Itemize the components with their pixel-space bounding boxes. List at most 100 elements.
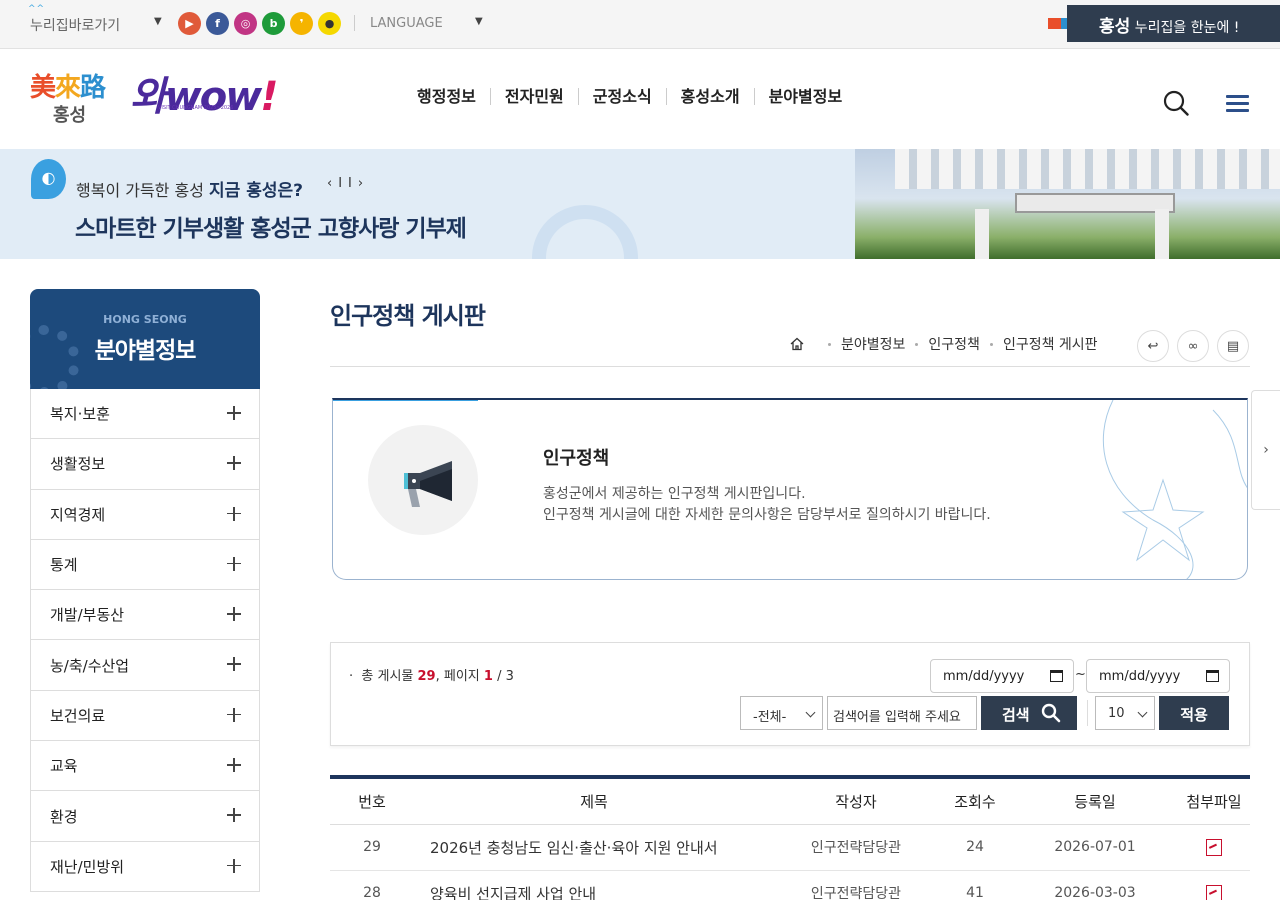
- attachment-cell: [1178, 824, 1250, 871]
- print-icon[interactable]: ▤: [1217, 330, 1249, 362]
- talk-icon[interactable]: ●: [318, 12, 341, 35]
- post-title-link[interactable]: 2026년 충청남도 임신·출산·육아 지원 안내서: [414, 824, 774, 871]
- board-search: · 총 게시물 29, 페이지 1 / 3 mm/dd/yyyy ~ mm/dd…: [330, 642, 1250, 746]
- lnb-header: HONG SEONG 분야별정보: [30, 289, 260, 389]
- plus-icon[interactable]: [227, 607, 241, 622]
- gnb-item-admin[interactable]: 행정정보: [403, 88, 490, 105]
- triangle-down-icon[interactable]: ▼: [475, 16, 483, 27]
- search-input[interactable]: 검색어를 입력해 주세요: [827, 696, 977, 730]
- divider: [354, 15, 355, 31]
- date-separator: ~: [1075, 667, 1086, 682]
- plus-icon[interactable]: [227, 707, 241, 722]
- intro-text: 홍성군에서 제공하는 인구정책 게시판입니다.: [543, 486, 806, 502]
- share-icon[interactable]: ↩: [1137, 330, 1169, 362]
- table-header-row: 번호 제목 작성자 조회수 등록일 첨부파일: [330, 777, 1250, 825]
- banner-controls: ‹II›: [327, 176, 369, 191]
- post-number: 28: [330, 870, 414, 900]
- breadcrumb-item[interactable]: 인구정책: [928, 334, 980, 354]
- lnb-item[interactable]: 환경: [30, 791, 260, 842]
- gnb-item-civil[interactable]: 전자민원: [489, 88, 578, 105]
- chevron-right-icon[interactable]: ›: [358, 176, 369, 191]
- gnb-item-field[interactable]: 분야별정보: [753, 88, 857, 105]
- calendar-icon[interactable]: [1206, 670, 1219, 682]
- column-header: 첨부파일: [1178, 777, 1250, 825]
- plus-icon[interactable]: [227, 758, 241, 773]
- visit-chungnam-logo: 와wow!: [130, 74, 278, 120]
- post-date: 2026-03-03: [1012, 870, 1178, 900]
- lnb-item[interactable]: 재난/민방위: [30, 841, 260, 892]
- plus-icon[interactable]: [227, 858, 241, 873]
- page-size-select[interactable]: 10: [1095, 696, 1155, 730]
- link-icon[interactable]: ∞: [1177, 330, 1209, 362]
- facebook-icon[interactable]: f: [206, 12, 229, 35]
- site-shortcut-select[interactable]: 누리집바로가기: [30, 15, 120, 35]
- lnb-item[interactable]: 복지·보훈: [30, 389, 260, 440]
- pause-icon[interactable]: II: [338, 176, 358, 191]
- lnb-item[interactable]: 지역경제: [30, 489, 260, 540]
- lnb-menu: 복지·보훈 생활정보 지역경제 통계 개발/부동산 농/축/수산업 보건의료 교…: [30, 389, 260, 892]
- lnb-item[interactable]: 생활정보: [30, 439, 260, 490]
- end-date-input[interactable]: mm/dd/yyyy: [1086, 659, 1230, 693]
- search-button[interactable]: 검색: [981, 696, 1077, 730]
- intro-icon-circle: [368, 425, 478, 535]
- search-scope-select[interactable]: -전체-: [740, 696, 823, 730]
- chevron-down-icon: [1137, 707, 1148, 718]
- story-icon[interactable]: ❜: [290, 12, 313, 35]
- pdf-file-icon[interactable]: [1206, 838, 1222, 856]
- lnb-header-en: HONG SEONG: [103, 313, 187, 326]
- blog-icon[interactable]: b: [262, 12, 285, 35]
- column-header: 등록일: [1012, 777, 1178, 825]
- start-date-input[interactable]: mm/dd/yyyy: [930, 659, 1074, 693]
- plus-icon[interactable]: [227, 556, 241, 571]
- banner-headline: 스마트한 기부생활 홍성군 고향사랑 기부제: [75, 216, 467, 242]
- post-date: 2026-07-01: [1012, 824, 1178, 871]
- logo-wow-caption: VISIT CHUNGNAM 2025~2026: [158, 105, 234, 111]
- hs-brand: 홍성: [1099, 17, 1131, 37]
- breadcrumb-item[interactable]: 분야별정보: [841, 334, 905, 354]
- breadcrumb-item[interactable]: 인구정책 게시판: [1003, 334, 1098, 354]
- instagram-icon[interactable]: ◎: [234, 12, 257, 35]
- promo-banner[interactable]: ◐ 행복이 가득한 홍성 지금 홍성은? ‹II› 스마트한 기부생활 홍성군 …: [0, 149, 1280, 259]
- banner-kicker: 행복이 가득한 홍성 지금 홍성은?: [76, 181, 304, 201]
- bars-decoration-icon: ^^: [28, 4, 46, 14]
- calendar-icon[interactable]: [1050, 670, 1063, 682]
- hamburger-menu-icon[interactable]: [1226, 95, 1249, 113]
- plus-icon[interactable]: [227, 506, 241, 521]
- speech-badge-icon: ◐: [31, 159, 66, 199]
- post-author: 인구전략담당관: [774, 870, 938, 900]
- plus-icon[interactable]: [227, 808, 241, 823]
- top-utility-bar: ^^ 누리집바로가기 ▼ ▶ f ◎ b ❜ ● LANGUAGE ▼ 홍성 누…: [0, 0, 1280, 49]
- table-row[interactable]: 28 양육비 선지급제 사업 안내 인구전략담당관 41 2026-03-03: [330, 870, 1250, 900]
- banner-photo: [855, 149, 1280, 259]
- lnb-item[interactable]: 교육: [30, 741, 260, 792]
- chevron-right-icon[interactable]: ›: [1251, 390, 1280, 510]
- apply-button[interactable]: 적용: [1159, 696, 1229, 730]
- gnb-item-intro[interactable]: 홍성소개: [665, 88, 754, 105]
- plus-icon[interactable]: [227, 406, 241, 420]
- post-views: 24: [938, 824, 1012, 871]
- triangle-down-icon[interactable]: ▼: [154, 16, 162, 27]
- attachment-cell: [1178, 870, 1250, 900]
- column-header: 작성자: [774, 777, 938, 825]
- divider: [330, 366, 1250, 367]
- hongseong-sites-button[interactable]: 홍성 누리집을 한눈에 !: [1067, 5, 1280, 42]
- search-icon[interactable]: [1163, 90, 1189, 116]
- column-header: 조회수: [938, 777, 1012, 825]
- plus-icon[interactable]: [227, 456, 241, 471]
- lnb-item[interactable]: 통계: [30, 539, 260, 591]
- lnb-item[interactable]: 농/축/수산업: [30, 640, 260, 691]
- chevron-left-icon[interactable]: ‹: [327, 176, 338, 191]
- home-icon[interactable]: [790, 337, 804, 351]
- youtube-icon[interactable]: ▶: [178, 12, 201, 35]
- table-row[interactable]: 29 2026년 충청남도 임신·출산·육아 지원 안내서 인구전략담당관 24…: [330, 824, 1250, 871]
- plus-icon[interactable]: [227, 657, 241, 672]
- post-author: 인구전략담당관: [774, 824, 938, 871]
- gnb-item-news[interactable]: 군정소식: [577, 88, 666, 105]
- language-select[interactable]: LANGUAGE: [370, 16, 443, 31]
- post-title-link[interactable]: 양육비 선지급제 사업 안내: [414, 870, 774, 900]
- hongseong-logo[interactable]: 美來路: [30, 67, 106, 104]
- lnb-item[interactable]: 개발/부동산: [30, 590, 260, 641]
- lnb-item[interactable]: 보건의료: [30, 690, 260, 742]
- pdf-file-icon[interactable]: [1206, 884, 1222, 900]
- line-art-decoration: [1102, 400, 1247, 579]
